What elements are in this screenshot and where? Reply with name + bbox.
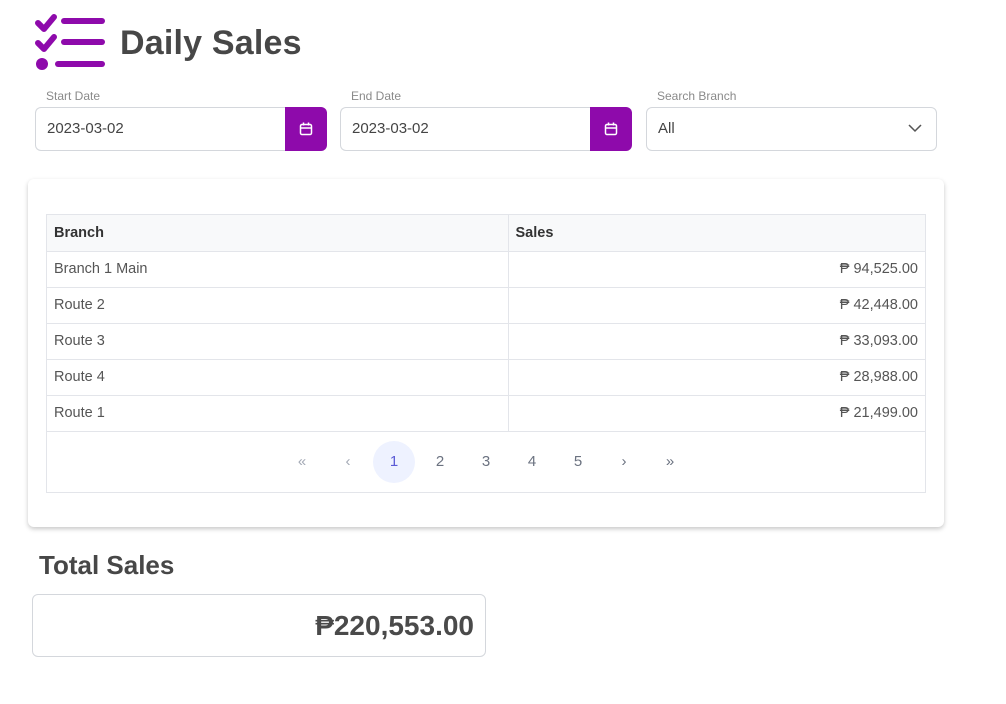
sales-table: Branch Sales Branch 1 Main ₱ 94,525.00 R… xyxy=(46,214,926,493)
start-date-label: Start Date xyxy=(46,89,101,103)
end-date-field: End Date 2023-03-02 xyxy=(340,88,632,151)
column-header-sales[interactable]: Sales xyxy=(508,215,925,252)
pagination: « ‹ 1 2 3 4 5 › » xyxy=(47,432,925,492)
first-page-button[interactable]: « xyxy=(281,441,323,483)
page-header: Daily Sales xyxy=(34,14,302,72)
branch-cell: Route 4 xyxy=(47,359,509,396)
end-date-calendar-button[interactable] xyxy=(590,107,632,151)
sales-cell: ₱ 33,093.00 xyxy=(508,323,925,360)
table-row: Route 4 ₱ 28,988.00 xyxy=(47,359,925,396)
total-sales-value: ₱220,553.00 xyxy=(32,594,486,657)
end-date-label: End Date xyxy=(351,89,402,103)
branch-cell: Route 1 xyxy=(47,395,509,432)
total-sales-title: Total Sales xyxy=(39,550,175,580)
next-page-button[interactable]: › xyxy=(603,441,645,483)
branch-cell: Branch 1 Main xyxy=(47,251,509,288)
table-header-row: Branch Sales xyxy=(47,215,925,252)
branch-cell: Route 3 xyxy=(47,323,509,360)
page-button-5[interactable]: 5 xyxy=(557,441,599,483)
sales-cell: ₱ 21,499.00 xyxy=(508,395,925,432)
start-date-field: Start Date 2023-03-02 xyxy=(35,88,327,151)
sales-cell: ₱ 42,448.00 xyxy=(508,287,925,324)
branch-select-value: All xyxy=(658,120,675,137)
page-button-1[interactable]: 1 xyxy=(373,440,415,483)
branch-field: Search Branch All xyxy=(646,88,937,151)
page-button-2[interactable]: 2 xyxy=(419,441,461,483)
last-page-button[interactable]: » xyxy=(649,441,691,483)
checklist-icon xyxy=(35,14,105,70)
branch-cell: Route 2 xyxy=(47,287,509,324)
sales-cell: ₱ 28,988.00 xyxy=(508,359,925,396)
column-header-branch[interactable]: Branch xyxy=(47,215,509,252)
branch-select[interactable]: All xyxy=(646,107,937,151)
calendar-icon xyxy=(299,122,313,136)
table-row: Route 1 ₱ 21,499.00 xyxy=(47,395,925,432)
sales-cell: ₱ 94,525.00 xyxy=(508,251,925,288)
calendar-icon xyxy=(604,122,618,136)
chevron-down-icon xyxy=(908,124,922,133)
prev-page-button[interactable]: ‹ xyxy=(327,441,369,483)
start-date-input[interactable]: 2023-03-02 xyxy=(35,107,285,151)
page-button-3[interactable]: 3 xyxy=(465,441,507,483)
start-date-calendar-button[interactable] xyxy=(285,107,327,151)
table-row: Route 2 ₱ 42,448.00 xyxy=(47,287,925,324)
end-date-input[interactable]: 2023-03-02 xyxy=(340,107,590,151)
table-row: Branch 1 Main ₱ 94,525.00 xyxy=(47,251,925,288)
sales-card: Branch Sales Branch 1 Main ₱ 94,525.00 R… xyxy=(28,179,944,527)
page-title: Daily Sales xyxy=(120,23,302,62)
page-button-4[interactable]: 4 xyxy=(511,441,553,483)
table-row: Route 3 ₱ 33,093.00 xyxy=(47,323,925,360)
branch-label: Search Branch xyxy=(657,89,737,103)
